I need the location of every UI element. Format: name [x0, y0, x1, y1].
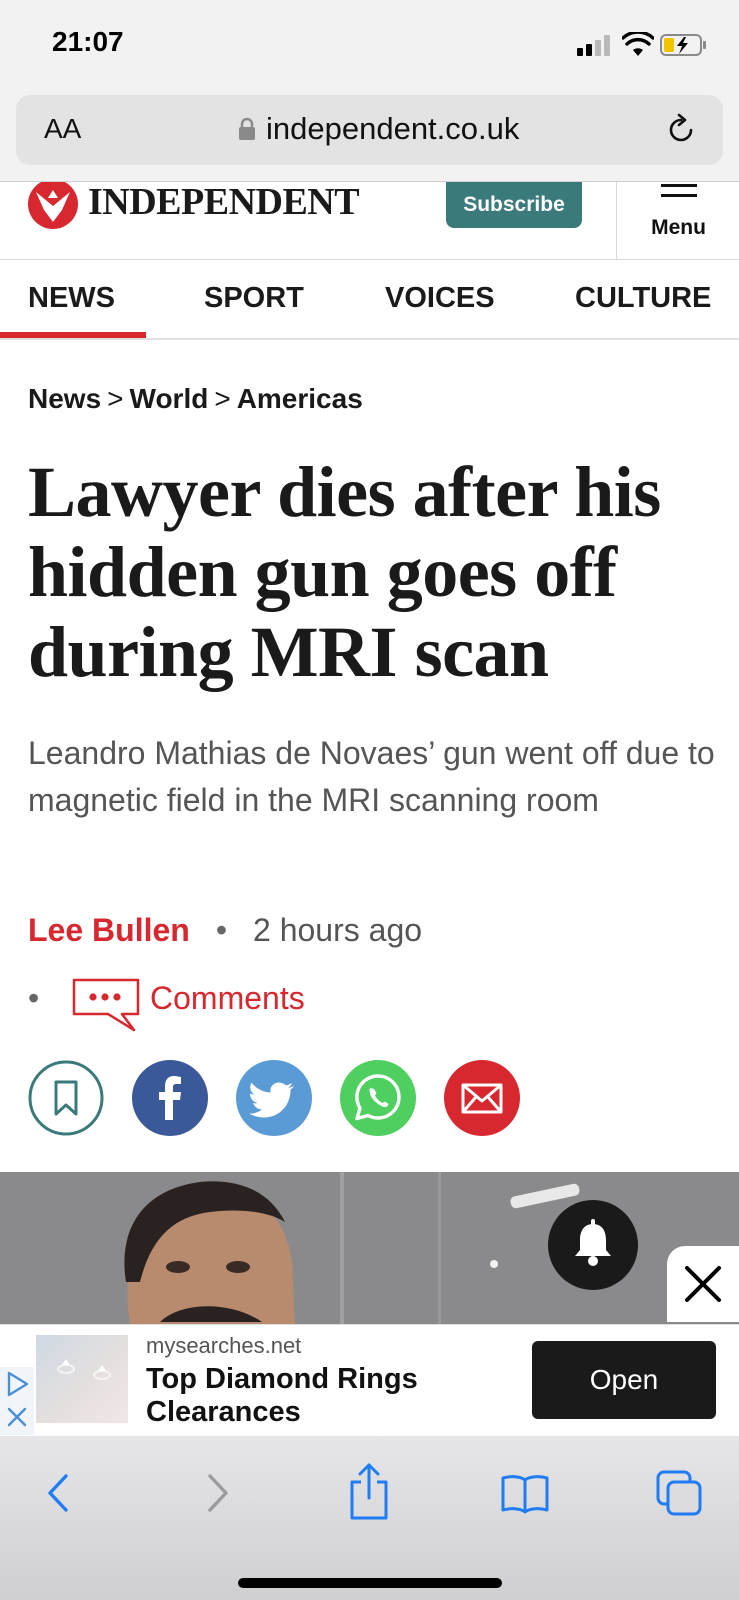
tab-sport[interactable]: SPORT: [204, 282, 304, 315]
byline: Lee Bullen • 2 hours ago: [28, 912, 422, 949]
comments-icon: [72, 978, 140, 1032]
breadcrumb: News > World > Americas: [28, 383, 363, 415]
subscribe-button[interactable]: Subscribe: [446, 182, 582, 228]
bookmarks-icon[interactable]: [500, 1468, 550, 1518]
bookmark-icon: [28, 1060, 104, 1136]
article-headline: Lawyer dies after his hidden gun goes of…: [28, 452, 661, 692]
notifications-button[interactable]: [548, 1200, 638, 1290]
share-icon[interactable]: [344, 1462, 394, 1520]
ad-choices[interactable]: [0, 1367, 34, 1435]
active-tab-indicator: [0, 332, 146, 338]
share-facebook-button[interactable]: [132, 1060, 208, 1136]
ad-source: mysearches.net: [146, 1333, 302, 1358]
menu-button[interactable]: Menu: [616, 182, 739, 260]
reload-icon[interactable]: [664, 113, 698, 147]
tab-culture[interactable]: CULTURE: [575, 282, 711, 315]
publish-time: 2 hours ago: [253, 912, 423, 948]
ad-open-button[interactable]: Open: [532, 1341, 716, 1419]
bookmark-button[interactable]: [28, 1060, 104, 1136]
facebook-icon: [132, 1060, 208, 1136]
url-text[interactable]: independent.co.uk: [266, 111, 519, 147]
browser-toolbar: [0, 1436, 739, 1600]
adchoices-icon: [7, 1371, 29, 1427]
ad-banner[interactable]: mysearches.net Top Diamond Rings Clearan…: [0, 1324, 739, 1436]
text-size-button[interactable]: AA: [44, 113, 81, 145]
signal-icon: [577, 34, 615, 56]
battery-charging-icon: [660, 34, 706, 56]
comments-bullet: •: [28, 980, 40, 1016]
tab-voices[interactable]: VOICES: [385, 282, 495, 315]
address-bar[interactable]: AA independent.co.uk: [16, 95, 723, 165]
section-nav: NEWS SPORT VOICES CULTURE: [0, 260, 739, 340]
breadcrumb-americas[interactable]: Americas: [237, 383, 363, 414]
bell-icon: [575, 1219, 611, 1266]
ad-thumbnail-image[interactable]: [36, 1335, 128, 1423]
share-email-button[interactable]: [444, 1060, 520, 1136]
byline-separator: •: [215, 912, 228, 948]
close-ad-button[interactable]: [667, 1246, 739, 1322]
hamburger-icon: [661, 184, 697, 197]
site-logo[interactable]: INDEPENDENT: [88, 182, 360, 222]
breadcrumb-news[interactable]: News: [28, 383, 101, 414]
ring-image: [57, 1359, 111, 1380]
close-icon: [685, 1266, 721, 1302]
tabs-icon[interactable]: [654, 1468, 704, 1518]
email-icon: [444, 1060, 520, 1136]
article-standfirst: Leandro Mathias de Novaes’ gun went off …: [28, 735, 715, 818]
forward-icon[interactable]: [192, 1468, 242, 1518]
wifi-icon: [622, 32, 654, 56]
home-indicator: [238, 1578, 502, 1588]
menu-label: Menu: [651, 216, 706, 239]
whatsapp-icon: [340, 1060, 416, 1136]
breadcrumb-separator: >: [107, 383, 124, 414]
browser-address-area: AA independent.co.uk: [0, 90, 739, 182]
author-link[interactable]: Lee Bullen: [28, 912, 190, 948]
text-size-label: AA: [44, 113, 82, 144]
status-bar: 21:07: [0, 0, 739, 90]
eagle-logo-icon[interactable]: [26, 182, 80, 230]
tab-news[interactable]: NEWS: [28, 282, 115, 315]
comments-label: Comments: [150, 980, 305, 1016]
back-icon[interactable]: [34, 1468, 84, 1518]
share-twitter-button[interactable]: [236, 1060, 312, 1136]
status-time: 21:07: [52, 26, 124, 57]
breadcrumb-separator: >: [214, 383, 231, 414]
breadcrumb-world[interactable]: World: [130, 383, 209, 414]
ad-title[interactable]: Top Diamond Rings Clearances: [146, 1363, 506, 1429]
share-whatsapp-button[interactable]: [340, 1060, 416, 1136]
site-header: INDEPENDENT Subscribe Menu: [0, 182, 739, 260]
twitter-icon: [236, 1060, 312, 1136]
lock-icon: [239, 117, 255, 140]
